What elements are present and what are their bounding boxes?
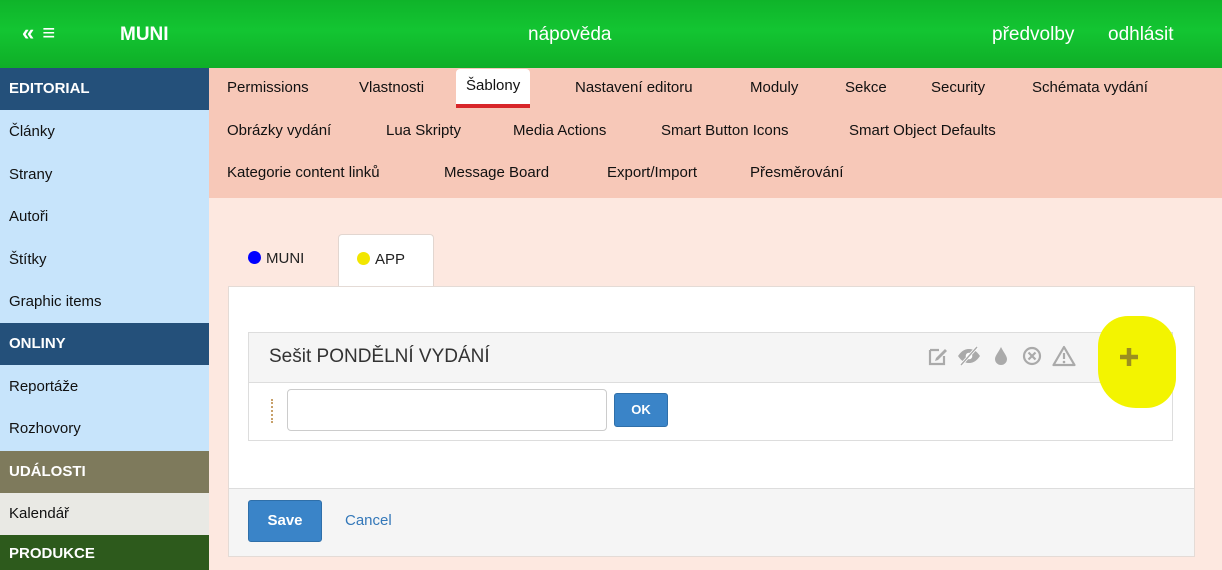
nav-security[interactable]: Security [931,79,985,96]
nav-message-board[interactable]: Message Board [444,164,549,181]
remove-circle-icon[interactable] [1021,345,1043,367]
drag-handle[interactable] [271,399,275,423]
sidebar-header-onliny[interactable]: ONLINY [0,323,209,365]
tab-muni[interactable]: MUNI [248,250,304,267]
save-button[interactable]: Save [248,500,322,542]
sidebar: EDITORIAL Články Strany Autoři Štítky Gr… [0,68,209,570]
nav-smart-object-defaults[interactable]: Smart Object Defaults [849,122,996,139]
warning-icon[interactable] [1052,345,1076,367]
cancel-link[interactable]: Cancel [345,512,392,529]
tab-muni-label: MUNI [266,250,305,267]
ok-button[interactable]: OK [614,393,668,427]
add-icon[interactable] [1116,344,1142,370]
nav-vlastnosti[interactable]: Vlastnosti [359,79,424,96]
nav-nastaveni-editoru[interactable]: Nastavení editoru [575,79,693,96]
logout-link[interactable]: odhlásit [1108,24,1174,46]
sidebar-item-reportaze[interactable]: Reportáže [0,366,209,408]
sidebar-item-graphic-items[interactable]: Graphic items [0,281,209,323]
color-drop-icon[interactable] [991,345,1013,367]
edit-icon[interactable] [927,345,949,367]
settings-nav: Permissions Vlastnosti Šablony Nastavení… [209,68,1222,198]
nav-media-actions[interactable]: Media Actions [513,122,606,139]
nav-presmerovani[interactable]: Přesměrování [750,164,843,181]
nav-moduly[interactable]: Moduly [750,79,798,96]
top-bar: « ≡ MUNI nápověda předvolby odhlásit [0,0,1222,68]
nav-obrazky-vydani[interactable]: Obrázky vydání [227,122,331,139]
template-group-title: Sešit PONDĚLNÍ VYDÁNÍ [269,346,490,367]
sidebar-header-udalosti[interactable]: UDÁLOSTI [0,451,209,493]
sidebar-item-strany[interactable]: Strany [0,154,209,196]
brand-title[interactable]: MUNI [120,24,169,46]
visibility-off-icon[interactable] [957,345,980,367]
blue-dot-icon [248,251,261,264]
menu-toggle-button[interactable]: « ≡ [22,20,56,46]
nav-kategorie-content-linku[interactable]: Kategorie content linků [227,164,380,181]
tab-app[interactable]: APP [338,234,434,287]
nav-permissions[interactable]: Permissions [227,79,309,96]
sidebar-item-clanky[interactable]: Články [0,111,209,153]
template-name-input[interactable] [287,389,607,431]
nav-sekce[interactable]: Sekce [845,79,887,96]
nav-export-import[interactable]: Export/Import [607,164,697,181]
sidebar-header-editorial[interactable]: EDITORIAL [0,68,209,110]
preferences-link[interactable]: předvolby [992,24,1074,46]
sidebar-item-rozhovory[interactable]: Rozhovory [0,408,209,450]
tab-app-label: APP [375,251,406,268]
help-link[interactable]: nápověda [528,24,611,46]
template-group: Sešit PONDĚLNÍ VYDÁNÍ OK [248,332,1173,441]
template-group-header: Sešit PONDĚLNÍ VYDÁNÍ [249,333,1172,383]
nav-sablony[interactable]: Šablony [456,69,531,108]
sidebar-item-stitky[interactable]: Štítky [0,239,209,281]
sidebar-header-produkce[interactable]: PRODUKCE [0,535,209,570]
yellow-dot-icon [357,252,370,265]
nav-schemata-vydani[interactable]: Schémata vydání [1032,79,1148,96]
nav-smart-button-icons[interactable]: Smart Button Icons [661,122,789,139]
nav-lua-skripty[interactable]: Lua Skripty [386,122,461,139]
sidebar-item-autori[interactable]: Autoři [0,196,209,238]
sidebar-item-kalendar[interactable]: Kalendář [0,493,209,535]
